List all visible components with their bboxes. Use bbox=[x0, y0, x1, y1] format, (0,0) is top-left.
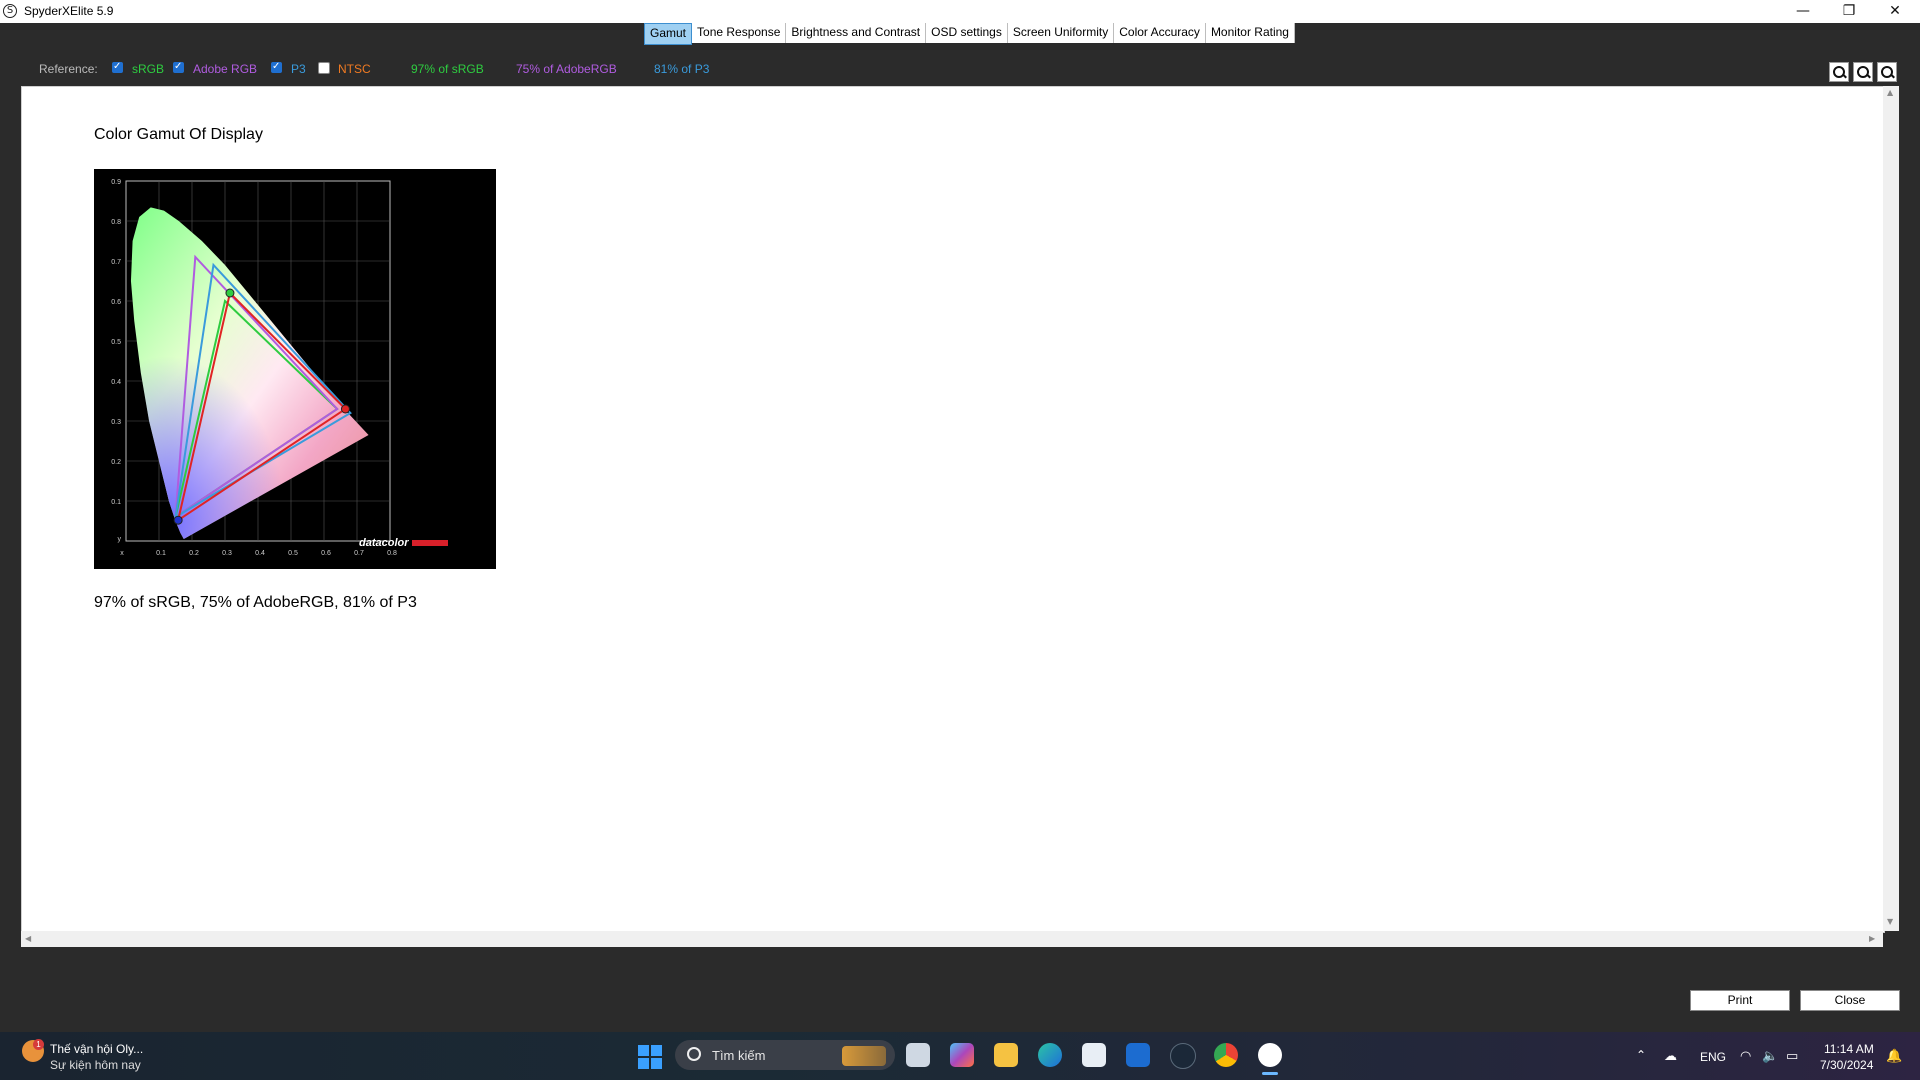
close-window-button[interactable]: ✕ bbox=[1872, 0, 1918, 23]
close-button[interactable]: Close bbox=[1800, 990, 1900, 1011]
zoom-in-icon[interactable] bbox=[1829, 62, 1849, 82]
y-tick-label: 0.5 bbox=[111, 339, 121, 346]
reference-label: Reference: bbox=[39, 62, 98, 76]
notification-bell-icon[interactable]: 🔔 bbox=[1886, 1049, 1902, 1064]
file-explorer-icon[interactable] bbox=[994, 1043, 1018, 1067]
edge-icon[interactable] bbox=[1038, 1043, 1062, 1067]
x-tick-label: 0.5 bbox=[288, 550, 298, 557]
tab-bar: Gamut Tone Response Brightness and Contr… bbox=[644, 23, 1295, 45]
srgb-coverage: 97% of sRGB bbox=[411, 62, 484, 76]
tab-osd-settings[interactable]: OSD settings bbox=[926, 23, 1008, 43]
zoom-out-icon[interactable] bbox=[1853, 62, 1873, 82]
y-tick-label: 0.3 bbox=[111, 419, 121, 426]
copilot-icon[interactable] bbox=[950, 1043, 974, 1067]
y-tick-label: 0.8 bbox=[111, 219, 121, 226]
scroll-right-icon[interactable]: ▶ bbox=[1869, 934, 1875, 943]
weather-subtitle[interactable]: Sự kiện hôm nay bbox=[50, 1058, 141, 1072]
tab-tone-response[interactable]: Tone Response bbox=[692, 23, 787, 43]
y-tick-label: 0.7 bbox=[111, 259, 121, 266]
active-app-indicator bbox=[1262, 1072, 1278, 1075]
chrome-icon[interactable] bbox=[1214, 1043, 1238, 1067]
srgb-checkbox[interactable] bbox=[112, 61, 123, 73]
tab-gamut[interactable]: Gamut bbox=[644, 23, 693, 45]
display-primary-point bbox=[225, 288, 235, 298]
maximize-button[interactable]: ❐ bbox=[1826, 0, 1872, 23]
horizontal-scrollbar[interactable]: ◀ ▶ bbox=[21, 931, 1883, 947]
windows-start-icon[interactable] bbox=[638, 1045, 662, 1069]
tab-color-accuracy[interactable]: Color Accuracy bbox=[1114, 23, 1206, 43]
tab-monitor-rating[interactable]: Monitor Rating bbox=[1206, 23, 1295, 43]
tab-brightness-contrast[interactable]: Brightness and Contrast bbox=[786, 23, 927, 43]
onedrive-icon[interactable]: ☁ bbox=[1664, 1049, 1677, 1064]
x-tick-label: 0.2 bbox=[189, 550, 199, 557]
gamut-chart-svg: x 0.1 0.2 0.3 0.4 0.5 0.6 0.7 0.8 y 0.1 0.2 0.3 0.4 0.… bbox=[111, 179, 448, 557]
adobergb-coverage: 75% of AdobeRGB bbox=[516, 62, 617, 76]
title-bar bbox=[0, 0, 1920, 23]
report-title: Color Gamut Of Display bbox=[94, 126, 263, 143]
tray-overflow-icon[interactable]: ⌃ bbox=[1636, 1048, 1646, 1062]
search-placeholder[interactable]: Tìm kiếm bbox=[712, 1048, 765, 1063]
y-tick-label: 0.1 bbox=[111, 499, 121, 506]
srgb-label[interactable]: sRGB bbox=[132, 62, 164, 76]
weather-title[interactable]: Thế vận hội Oly... bbox=[50, 1042, 143, 1056]
scroll-up-icon[interactable]: ▲ bbox=[1887, 88, 1893, 97]
y-tick-label: 0.2 bbox=[111, 459, 121, 466]
p3-label[interactable]: P3 bbox=[291, 62, 306, 76]
app-icon: S bbox=[3, 4, 17, 18]
battery-icon[interactable]: ▭ bbox=[1786, 1049, 1798, 1064]
search-highlight-image bbox=[842, 1046, 886, 1066]
scroll-left-icon[interactable]: ◀ bbox=[25, 934, 31, 943]
p3-checkbox[interactable] bbox=[271, 61, 282, 73]
print-button[interactable]: Print bbox=[1690, 990, 1790, 1011]
datacolor-logo: datacolor bbox=[359, 537, 409, 549]
task-view-icon[interactable] bbox=[906, 1043, 930, 1067]
display-primary-point bbox=[173, 515, 183, 525]
y-tick-label: 0.4 bbox=[111, 379, 121, 386]
p3-coverage: 81% of P3 bbox=[654, 62, 710, 76]
spectral-locus-blue-shade bbox=[130, 207, 369, 539]
outlook-icon[interactable] bbox=[1126, 1043, 1150, 1067]
gamut-chart: x 0.1 0.2 0.3 0.4 0.5 0.6 0.7 0.8 y 0.1 0.2 0.3 0.4 0.… bbox=[94, 169, 496, 569]
x-tick-label: 0.4 bbox=[255, 550, 265, 557]
y-tick-label: 0.6 bbox=[111, 299, 121, 306]
tab-screen-uniformity[interactable]: Screen Uniformity bbox=[1008, 23, 1115, 43]
x-tick-label: 0.6 bbox=[321, 550, 331, 557]
clock-date[interactable]: 7/30/2024 bbox=[1820, 1058, 1873, 1072]
clock-time[interactable]: 11:14 AM bbox=[1824, 1042, 1874, 1056]
weather-badge: 1 bbox=[33, 1039, 44, 1050]
steam-icon[interactable] bbox=[1170, 1043, 1196, 1069]
y-tick-label: y bbox=[118, 536, 122, 543]
y-tick-label: 0.9 bbox=[111, 179, 121, 186]
spyder-app-icon[interactable] bbox=[1258, 1043, 1282, 1067]
display-primary-point bbox=[340, 404, 350, 414]
reference-bar bbox=[0, 48, 1920, 88]
adobe-rgb-label[interactable]: Adobe RGB bbox=[193, 62, 257, 76]
zoom-fit-icon[interactable] bbox=[1877, 62, 1897, 82]
x-tick-label: x bbox=[120, 550, 124, 557]
window-title: SpyderXElite 5.9 bbox=[24, 4, 114, 18]
volume-muted-icon[interactable]: 🔈 bbox=[1762, 1049, 1778, 1064]
gamut-summary: 97% of sRGB, 75% of AdobeRGB, 81% of P3 bbox=[94, 594, 417, 611]
minimize-button[interactable]: — bbox=[1780, 0, 1826, 23]
language-indicator[interactable]: ENG bbox=[1700, 1050, 1726, 1064]
search-icon bbox=[687, 1047, 701, 1061]
adobe-rgb-checkbox[interactable] bbox=[173, 61, 184, 73]
ntsc-label[interactable]: NTSC bbox=[338, 62, 371, 76]
datacolor-logo-bar bbox=[412, 540, 448, 546]
wifi-icon[interactable]: ◠ bbox=[1740, 1049, 1751, 1064]
ntsc-checkbox[interactable] bbox=[318, 62, 330, 74]
x-tick-label: 0.3 bbox=[222, 550, 232, 557]
x-tick-label: 0.1 bbox=[156, 550, 166, 557]
microsoft-store-icon[interactable] bbox=[1082, 1043, 1106, 1067]
vertical-scrollbar[interactable]: ▲ ▼ bbox=[1883, 86, 1899, 931]
scroll-down-icon[interactable]: ▼ bbox=[1887, 917, 1893, 926]
x-tick-label: 0.8 bbox=[387, 550, 397, 557]
x-tick-label: 0.7 bbox=[354, 550, 364, 557]
